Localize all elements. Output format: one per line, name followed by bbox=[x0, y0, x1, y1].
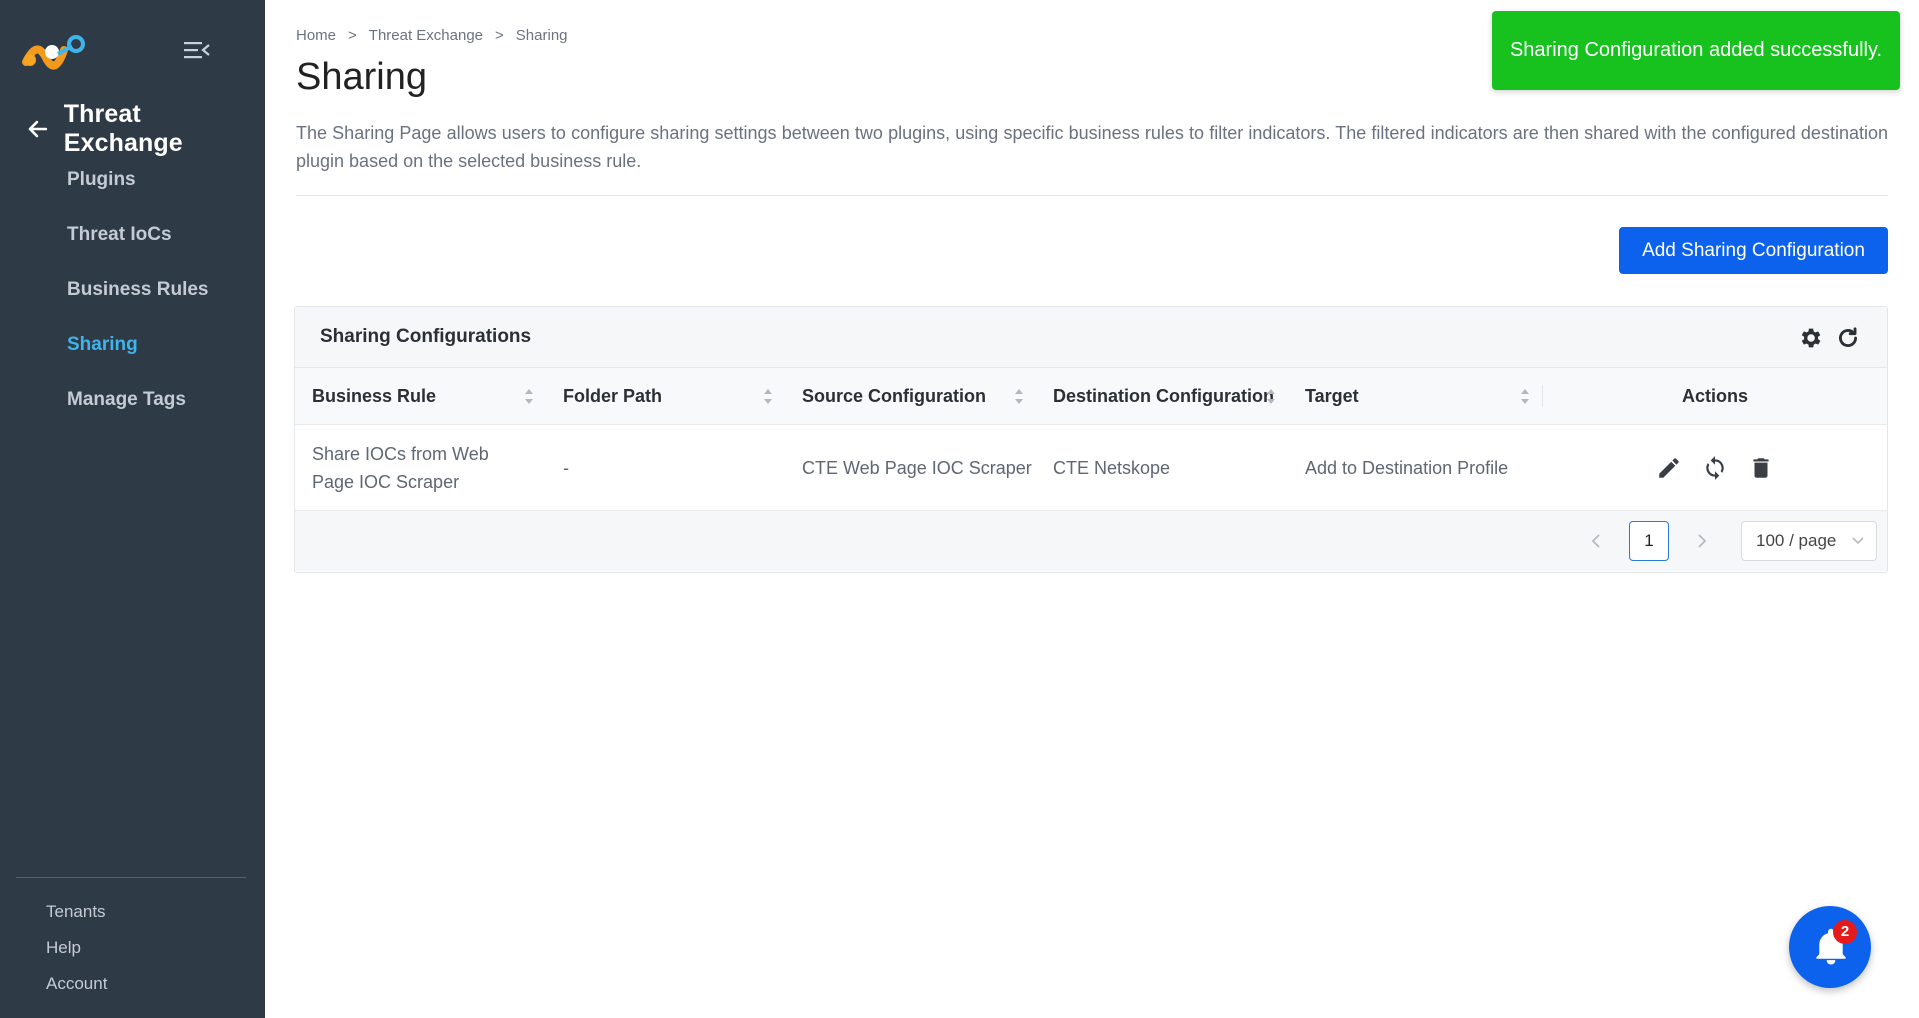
column-label: Folder Path bbox=[563, 385, 663, 406]
cell-target: Add to Destination Profile bbox=[1305, 457, 1509, 478]
sort-icon[interactable] bbox=[1014, 388, 1024, 405]
sidebar-divider bbox=[16, 877, 246, 878]
breadcrumb-separator: > bbox=[348, 27, 357, 44]
breadcrumb-current: Sharing bbox=[515, 27, 568, 44]
column-header-target[interactable]: Target bbox=[1288, 368, 1542, 425]
sync-icon[interactable] bbox=[1702, 455, 1728, 481]
notification-count-badge: 2 bbox=[1833, 920, 1857, 944]
add-sharing-configuration-button[interactable]: Add Sharing Configuration bbox=[1619, 227, 1888, 274]
page-title: Sharing bbox=[296, 56, 427, 98]
success-toast[interactable]: Sharing Configuration added successfully… bbox=[1492, 11, 1900, 90]
collapse-menu-icon[interactable] bbox=[184, 40, 210, 60]
breadcrumb-separator: > bbox=[495, 27, 504, 44]
cell-destination-configuration: CTE Netskope bbox=[1053, 457, 1171, 478]
column-label: Destination Configuration bbox=[1053, 385, 1274, 406]
sort-icon[interactable] bbox=[1520, 388, 1530, 405]
sidebar-item-business-rules[interactable]: Business Rules bbox=[0, 270, 265, 325]
divider bbox=[296, 195, 1888, 196]
sidebar-bottom-nav: Tenants Help Account bbox=[46, 898, 107, 1006]
delete-trash-icon[interactable] bbox=[1748, 455, 1774, 481]
table-row: Share IOCs from Web Page IOC Scraper - C… bbox=[295, 425, 1887, 511]
page-size-value: 100 / page bbox=[1756, 531, 1837, 550]
sort-icon[interactable] bbox=[1266, 388, 1276, 405]
column-label: Business Rule bbox=[312, 385, 437, 406]
sort-icon[interactable] bbox=[524, 388, 534, 405]
back-to-threat-exchange[interactable]: Threat Exchange bbox=[26, 100, 265, 158]
sidebar-item-help[interactable]: Help bbox=[46, 934, 107, 970]
cell-source-configuration: CTE Web Page IOC Scraper bbox=[802, 457, 1032, 478]
page-description: The Sharing Page allows users to configu… bbox=[296, 123, 1888, 171]
next-page-icon[interactable] bbox=[1683, 522, 1721, 560]
sharing-table: Business Rule Folder Path Source Configu… bbox=[295, 368, 1887, 571]
chevron-down-icon bbox=[1852, 537, 1864, 545]
page-size-select[interactable]: 100 / page bbox=[1741, 521, 1877, 561]
back-arrow-icon bbox=[28, 120, 48, 138]
column-label: Source Configuration bbox=[802, 385, 986, 406]
column-header-actions: Actions bbox=[1681, 385, 1748, 406]
sidebar-item-manage-tags[interactable]: Manage Tags bbox=[0, 380, 265, 435]
column-header-source-configuration[interactable]: Source Configuration bbox=[785, 368, 1036, 425]
card-header: Sharing Configurations bbox=[295, 307, 1887, 368]
refresh-icon[interactable] bbox=[1835, 325, 1861, 351]
app-logo[interactable] bbox=[22, 32, 86, 70]
settings-gear-icon[interactable] bbox=[1797, 325, 1823, 351]
sidebar-item-sharing[interactable]: Sharing bbox=[0, 325, 265, 380]
card-tools bbox=[1797, 325, 1861, 351]
column-header-business-rule[interactable]: Business Rule bbox=[295, 368, 546, 425]
sidebar-item-threat-iocs[interactable]: Threat IoCs bbox=[0, 215, 265, 270]
sidebar-item-account[interactable]: Account bbox=[46, 970, 107, 1006]
sort-icon[interactable] bbox=[763, 388, 773, 405]
sidebar-item-tenants[interactable]: Tenants bbox=[46, 898, 107, 934]
sidebar-nav: Plugins Threat IoCs Business Rules Shari… bbox=[0, 160, 265, 435]
edit-pencil-icon[interactable] bbox=[1656, 455, 1682, 481]
pagination: 1 100 / page bbox=[295, 511, 1887, 571]
table-header: Business Rule Folder Path Source Configu… bbox=[295, 368, 1887, 425]
card-title: Sharing Configurations bbox=[320, 326, 532, 347]
breadcrumb-threat-exchange[interactable]: Threat Exchange bbox=[369, 27, 483, 44]
sidebar-item-plugins[interactable]: Plugins bbox=[0, 160, 265, 215]
prev-page-icon[interactable] bbox=[1577, 522, 1615, 560]
sidebar: Threat Exchange Plugins Threat IoCs Busi… bbox=[0, 0, 265, 1018]
column-header-folder-path[interactable]: Folder Path bbox=[546, 368, 785, 425]
page-number-button[interactable]: 1 bbox=[1629, 521, 1669, 561]
cell-business-rule: Share IOCs from Web Page IOC Scraper bbox=[312, 443, 489, 492]
cell-folder-path: - bbox=[563, 457, 569, 478]
breadcrumb: Home > Threat Exchange > Sharing bbox=[296, 27, 568, 44]
breadcrumb-home[interactable]: Home bbox=[296, 27, 336, 44]
cell-actions bbox=[1543, 455, 1887, 481]
column-label: Target bbox=[1305, 385, 1359, 406]
column-header-destination-configuration[interactable]: Destination Configuration bbox=[1036, 368, 1288, 425]
section-title: Threat Exchange bbox=[63, 100, 183, 157]
sharing-configurations-card: Sharing Configurations Business Rule Fol… bbox=[294, 306, 1888, 573]
notifications-button[interactable]: 2 bbox=[1789, 906, 1871, 988]
